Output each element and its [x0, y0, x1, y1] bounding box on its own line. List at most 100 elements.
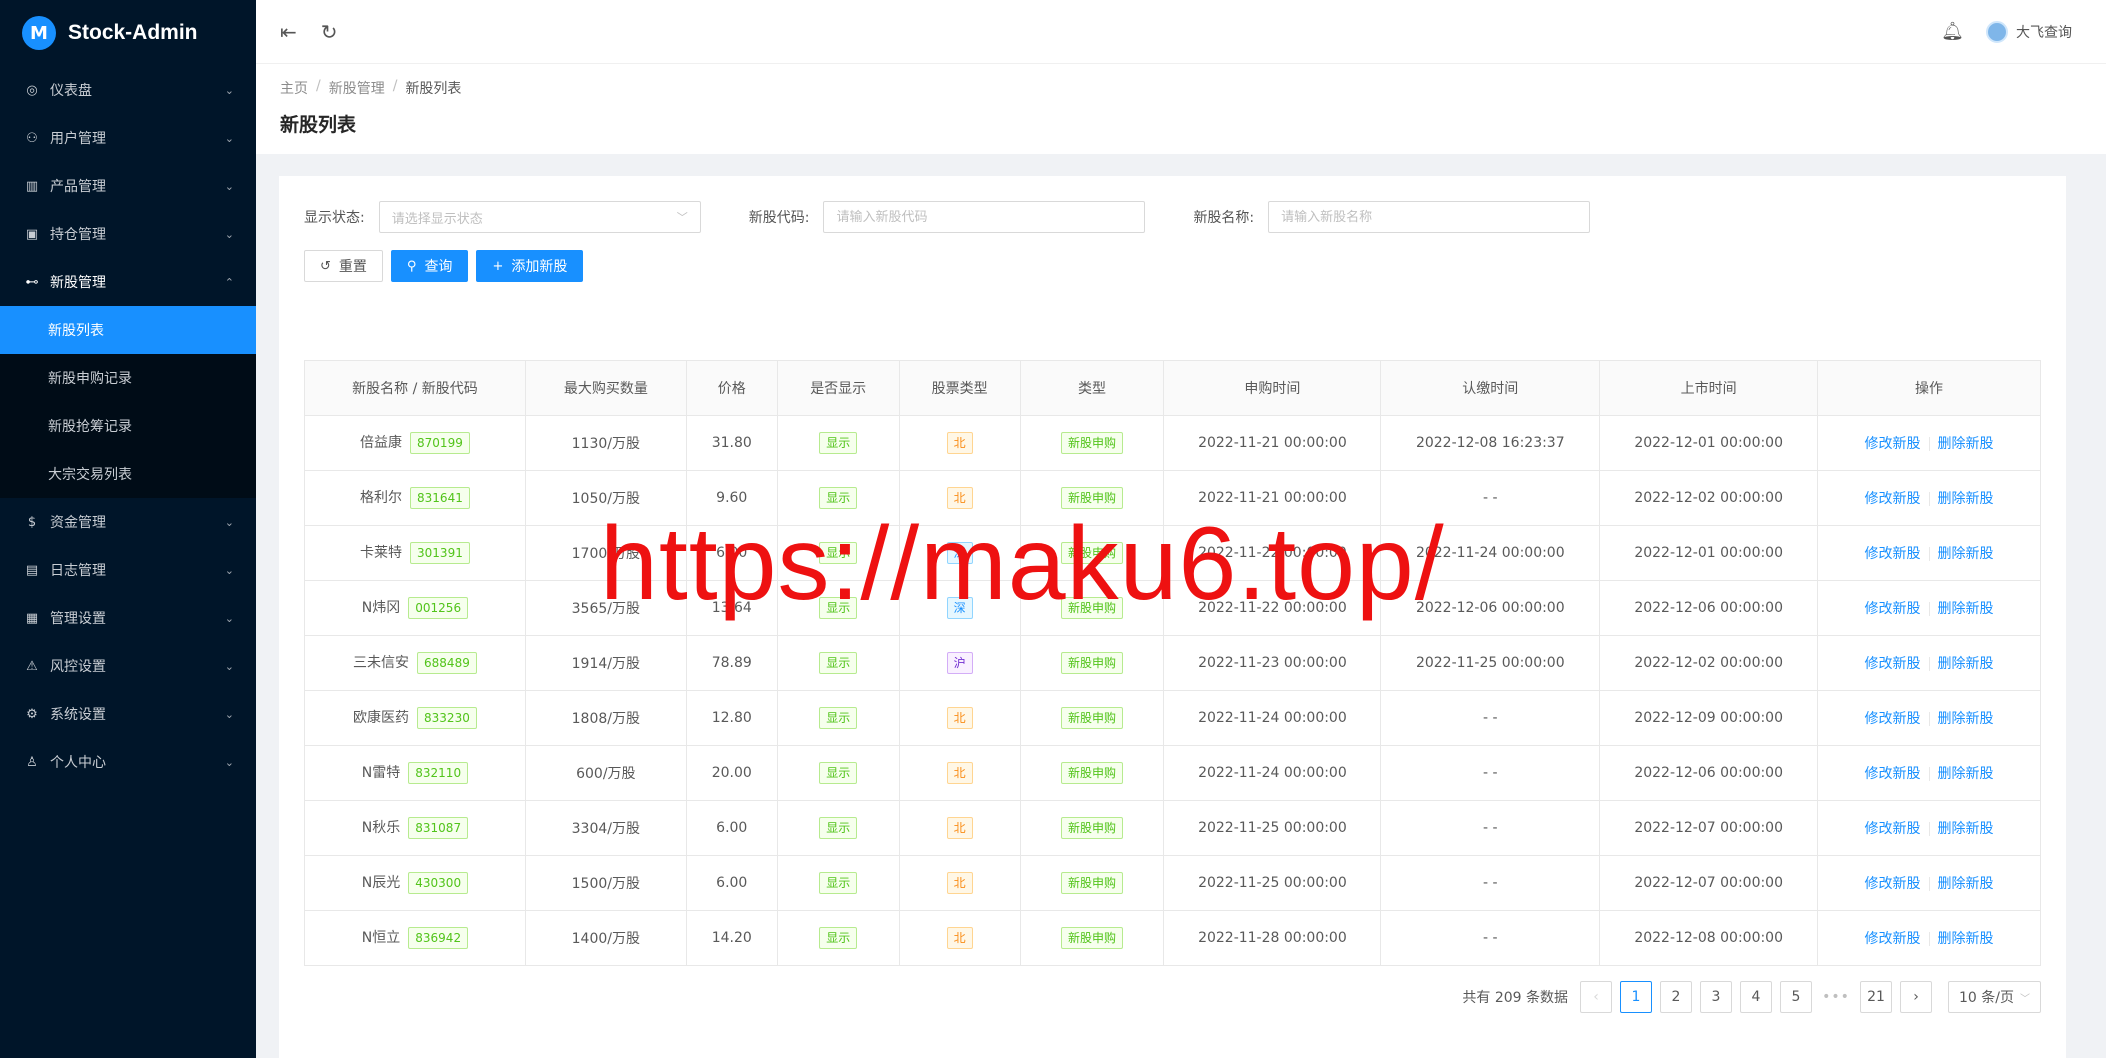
cell-max-qty: 1700/万股: [524, 525, 687, 581]
sidebar-item-dashboard[interactable]: ◎ 仪表盘 ⌄: [0, 66, 256, 114]
sidebar-item-chart[interactable]: ▥ 产品管理 ⌄: [0, 162, 256, 210]
reset-button[interactable]: ↺ 重置: [304, 250, 383, 282]
action-divider: [1928, 932, 1930, 946]
logo-icon: M: [22, 16, 56, 50]
cell-display: 显示: [776, 690, 900, 746]
refresh-icon[interactable]: ↻: [321, 20, 338, 44]
stock-name: N秋乐: [361, 820, 401, 836]
stock-name: N炜冈: [361, 600, 401, 616]
next-page-button[interactable]: ›: [1900, 981, 1933, 1013]
type-tag: 新股申购: [1061, 597, 1124, 619]
table-header-row: 新股名称 / 新股代码 最大购买数量 价格 是否显示 股票类型 类型 申购时间 认缴时间 上市时…: [304, 360, 2041, 416]
sidebar-item-position[interactable]: ▣ 持仓管理 ⌄: [0, 210, 256, 258]
breadcrumb-newstock[interactable]: 新股管理: [329, 78, 385, 98]
top-header: ⇤ ↻ 🔔︎ 大飞查询: [256, 0, 2106, 64]
page-3[interactable]: 3: [1700, 981, 1733, 1013]
page-size-select[interactable]: 10 条/页 ﹀: [1948, 981, 2041, 1013]
submenu-item[interactable]: 大宗交易列表: [0, 450, 256, 498]
logo[interactable]: M Stock-Admin: [0, 0, 256, 66]
username[interactable]: 大飞查询: [2016, 22, 2072, 42]
stock-name: N恒立: [361, 930, 401, 946]
cell-actions: 修改新股 删除新股: [1817, 635, 2041, 691]
search-button[interactable]: ⚲ 查询: [390, 250, 469, 282]
bell-icon[interactable]: 🔔︎: [1941, 21, 1964, 42]
page-4[interactable]: 4: [1740, 981, 1773, 1013]
submenu-item[interactable]: 新股抢筹记录: [0, 402, 256, 450]
page-5[interactable]: 5: [1780, 981, 1813, 1013]
cell-apply-time: 2022-11-24 00:00:00: [1163, 690, 1382, 746]
sidebar-item-admin[interactable]: ▦ 管理设置 ⌄: [0, 594, 256, 642]
sidebar-item-settings[interactable]: ⚙ 系统设置 ⌄: [0, 690, 256, 738]
cell-max-qty: 1050/万股: [524, 470, 687, 526]
edit-newstock-link[interactable]: 修改新股: [1865, 711, 1921, 727]
delete-newstock-link[interactable]: 删除新股: [1938, 711, 1994, 727]
user-icon: ⚇: [26, 130, 38, 146]
avatar[interactable]: [1986, 20, 2008, 43]
chevron-down-icon: ⌄: [224, 83, 234, 97]
display-tag: 显示: [819, 707, 858, 729]
cell-max-qty: 600/万股: [524, 745, 687, 801]
cell-list-time: 2022-12-09 00:00:00: [1599, 690, 1819, 746]
edit-newstock-link[interactable]: 修改新股: [1865, 821, 1921, 837]
delete-newstock-link[interactable]: 删除新股: [1938, 491, 1994, 507]
delete-newstock-link[interactable]: 删除新股: [1938, 821, 1994, 837]
edit-newstock-link[interactable]: 修改新股: [1865, 656, 1921, 672]
sidebar-item-profile[interactable]: ♙ 个人中心 ⌄: [0, 738, 256, 786]
cell-actions: 修改新股 删除新股: [1817, 800, 2041, 856]
action-divider: [1928, 822, 1930, 836]
edit-newstock-link[interactable]: 修改新股: [1865, 766, 1921, 782]
cell-market: 北: [898, 415, 1021, 471]
table-row: 倍益康 870199 1130/万股 31.80 显示 北 新股申购 2022-11-21 0…: [304, 415, 2041, 471]
delete-newstock-link[interactable]: 删除新股: [1938, 766, 1994, 782]
delete-newstock-link[interactable]: 删除新股: [1938, 876, 1994, 892]
cell-price: 9.60: [685, 470, 778, 526]
delete-newstock-link[interactable]: 删除新股: [1938, 436, 1994, 452]
edit-newstock-link[interactable]: 修改新股: [1865, 436, 1921, 452]
action-divider: [1928, 657, 1930, 671]
cell-market: 沪: [898, 635, 1021, 691]
page-last[interactable]: 21: [1860, 981, 1893, 1013]
sidebar-item-user[interactable]: ⚇ 用户管理 ⌄: [0, 114, 256, 162]
name-input[interactable]: [1268, 201, 1591, 233]
stock-code-tag: 001256: [408, 597, 469, 619]
display-tag: 显示: [819, 432, 858, 454]
edit-newstock-link[interactable]: 修改新股: [1865, 491, 1921, 507]
stock-code-tag: 870199: [410, 432, 470, 454]
add-newstock-button[interactable]: + 添加新股: [476, 250, 584, 282]
sidebar-item-fund[interactable]: $ 资金管理 ⌄: [0, 498, 256, 546]
pagination-ellipsis[interactable]: •••: [1820, 989, 1852, 1005]
cell-display: 显示: [776, 635, 900, 691]
chevron-down-icon: ⌄: [224, 179, 234, 193]
submenu-item[interactable]: 新股列表: [0, 306, 256, 354]
edit-newstock-link[interactable]: 修改新股: [1865, 931, 1921, 947]
pagination: 共有 209 条数据 ‹ 12345 ••• 21 › 10 条/页 ﹀: [1462, 981, 2041, 1013]
cell-apply-time: 2022-11-22 00:00:00: [1163, 525, 1382, 581]
cell-apply-time: 2022-11-25 00:00:00: [1163, 855, 1382, 911]
menu-fold-icon[interactable]: ⇤: [280, 20, 297, 44]
sidebar-item-log[interactable]: ▤ 日志管理 ⌄: [0, 546, 256, 594]
status-select[interactable]: 请选择显示状态 ﹀: [378, 201, 701, 233]
page-1[interactable]: 1: [1620, 981, 1653, 1013]
sidebar-item-newstock[interactable]: ⊷ 新股管理 ⌃: [0, 258, 256, 306]
submenu-item[interactable]: 新股申购记录: [0, 354, 256, 402]
chart-icon: ▥: [25, 178, 39, 194]
edit-newstock-link[interactable]: 修改新股: [1865, 601, 1921, 617]
delete-newstock-link[interactable]: 删除新股: [1938, 656, 1994, 672]
delete-newstock-link[interactable]: 删除新股: [1938, 546, 1994, 562]
cell-type: 新股申购: [1019, 525, 1165, 581]
action-divider: [1928, 712, 1930, 726]
stock-name: 格利尔: [360, 490, 403, 506]
sidebar-item-risk[interactable]: ⚠ 风控设置 ⌄: [0, 642, 256, 690]
cell-price: 14.20: [685, 910, 778, 966]
edit-newstock-link[interactable]: 修改新股: [1865, 876, 1921, 892]
code-input[interactable]: [823, 201, 1146, 233]
action-divider: [1928, 877, 1930, 891]
breadcrumb-home[interactable]: 主页: [280, 78, 308, 98]
edit-newstock-link[interactable]: 修改新股: [1865, 546, 1921, 562]
page-2[interactable]: 2: [1660, 981, 1693, 1013]
delete-newstock-link[interactable]: 删除新股: [1938, 931, 1994, 947]
cell-display: 显示: [776, 910, 900, 966]
prev-page-button[interactable]: ‹: [1580, 981, 1613, 1013]
log-icon: ▤: [25, 562, 39, 578]
delete-newstock-link[interactable]: 删除新股: [1938, 601, 1994, 617]
